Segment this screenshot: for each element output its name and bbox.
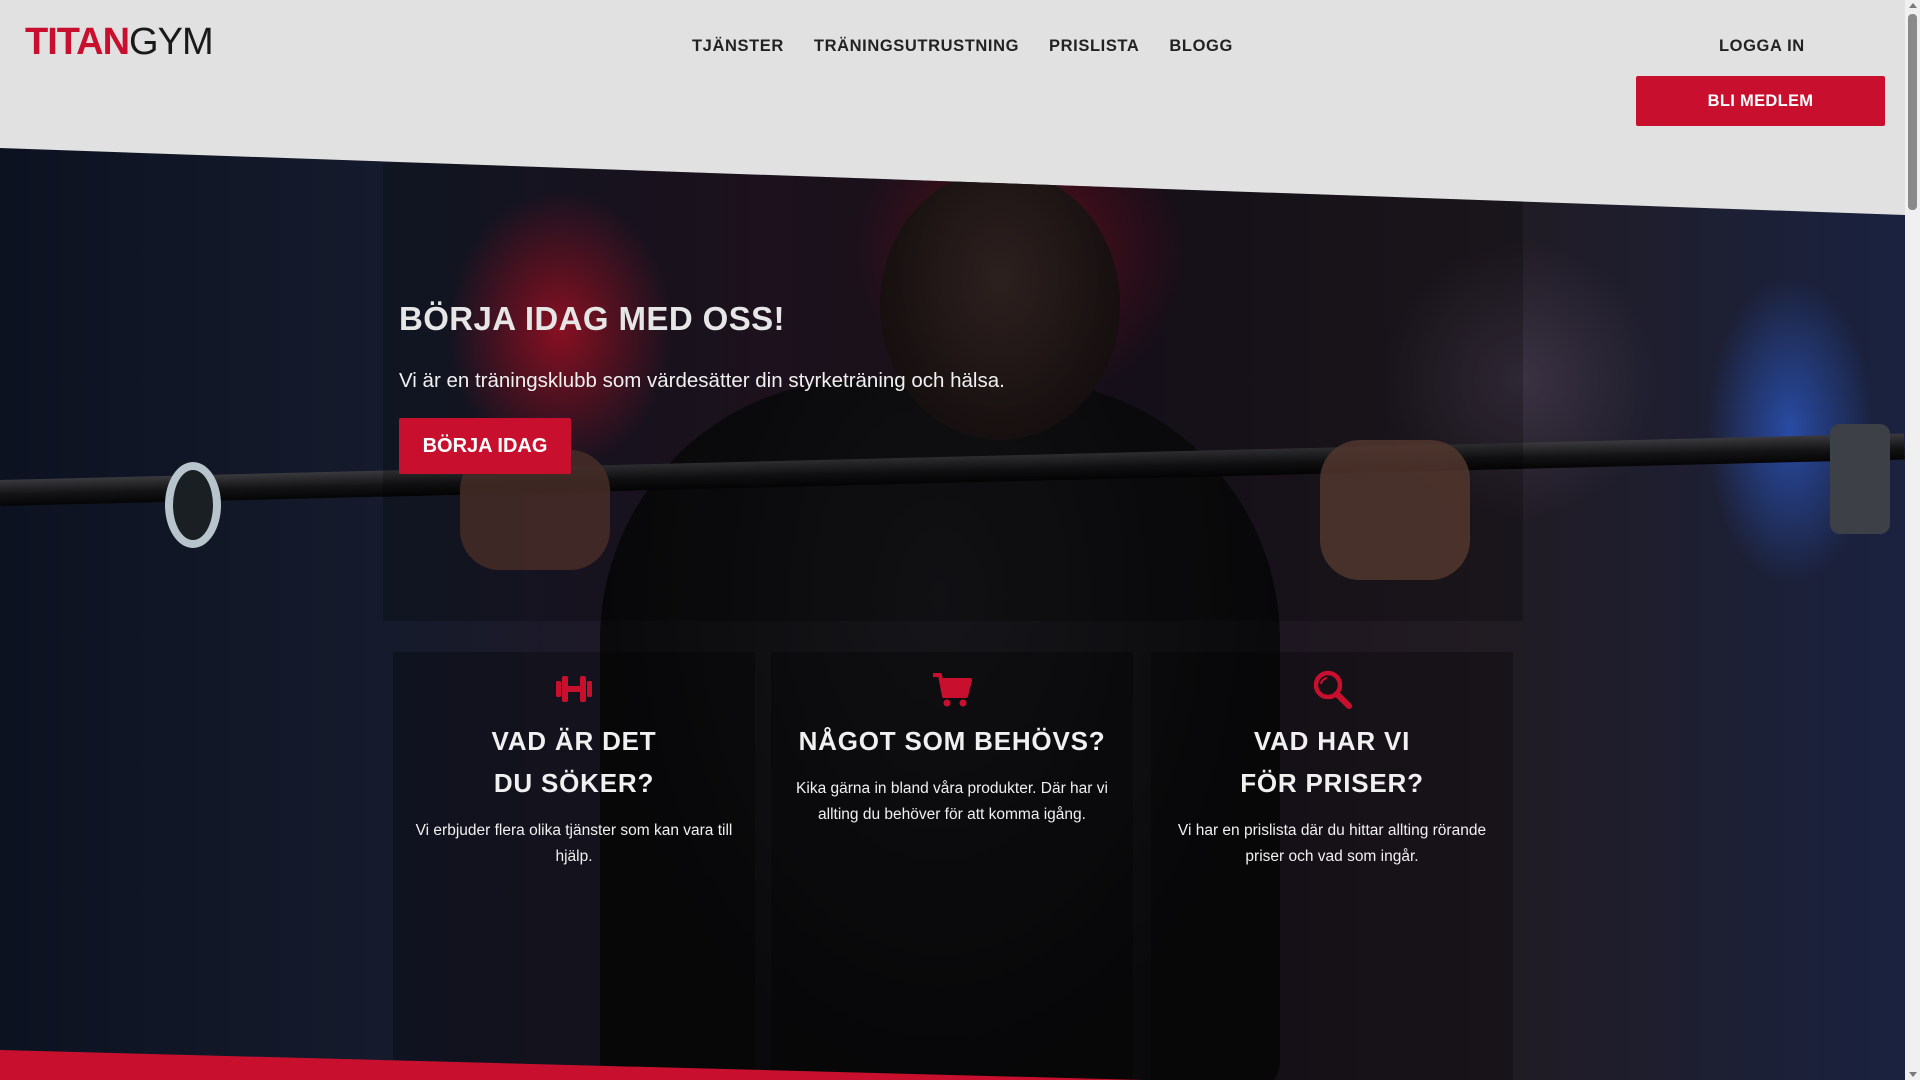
start-today-button[interactable]: BÖRJA IDAG [399,418,571,474]
hero-photo-plate-right [1830,424,1890,534]
products-card-text: Kika gärna in bland våra produkter. Där … [796,780,1108,823]
page-scrollbar[interactable] [1905,0,1920,1080]
nav-item-equipment[interactable]: TRÄNINGSUTRUSTNING [814,37,1019,56]
shopping-cart-icon [933,673,972,707]
hero-subtitle: Vi är en träningsklubb som värdesätter d… [399,369,1005,392]
pricing-card[interactable]: VAD HAR VI FÖR PRISER? Vi har en prislis… [1151,652,1513,1080]
scroll-down-arrow-icon[interactable] [1909,1072,1917,1077]
hero-photo-plate-left [165,462,221,548]
services-card[interactable]: VAD ÄR DET DU SÖKER? Vi erbjuder flera o… [393,652,755,1080]
main-nav: TJÄNSTER TRÄNINGSUTRUSTNING PRISLISTA BL… [692,37,1233,56]
nav-item-services[interactable]: TJÄNSTER [692,37,784,56]
services-card-text: Vi erbjuder flera olika tjänster som kan… [415,822,733,865]
login-link[interactable]: LOGGA IN [1719,37,1805,56]
products-card-title: NÅGOT SOM BEHÖVS? [798,726,1106,756]
nav-item-blog[interactable]: BLOGG [1169,37,1233,56]
scrollbar-thumb[interactable] [1908,14,1917,210]
dumbbell-icon [556,676,592,702]
pricing-card-text: Vi har en prislista där du hittar alltin… [1177,822,1487,865]
products-card[interactable]: NÅGOT SOM BEHÖVS? Kika gärna in bland vå… [771,652,1133,1080]
titangym-logo[interactable]: TITANGYM [25,22,214,62]
search-icon [1313,670,1352,709]
nav-item-pricelist[interactable]: PRISLISTA [1049,37,1139,56]
services-card-title: VAD ÄR DET DU SÖKER? [491,726,657,798]
hero-section: BÖRJA IDAG MED OSS! Vi är en träningsklu… [0,148,1905,1080]
become-member-button[interactable]: BLI MEDLEM [1636,76,1885,126]
scroll-up-arrow-icon[interactable] [1909,3,1917,8]
pricing-card-title: VAD HAR VI FÖR PRISER? [1240,726,1424,798]
hero-title: BÖRJA IDAG MED OSS! [399,300,785,337]
